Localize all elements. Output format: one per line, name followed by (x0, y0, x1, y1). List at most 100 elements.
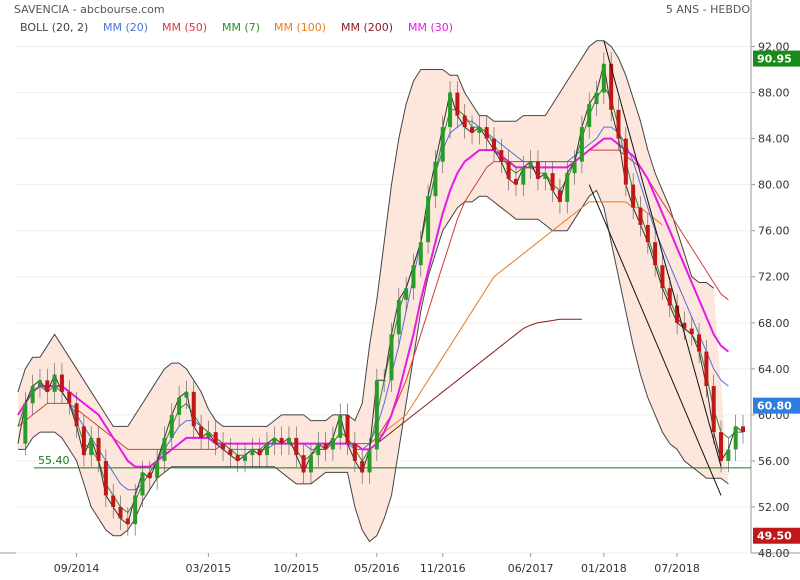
y-axis: 92.0088.0084.0080.0076.0072.0068.0064.00… (751, 41, 790, 560)
candle-body (462, 115, 467, 128)
candle-body (221, 443, 226, 450)
candle-body (140, 472, 145, 496)
y-tick-label: 72.00 (758, 271, 790, 284)
candle-body (528, 161, 533, 168)
candle-body (118, 506, 123, 519)
candle-body (103, 460, 108, 496)
x-tick-label: 01/2018 (581, 562, 627, 575)
candle-body (382, 380, 387, 382)
candle-body (272, 437, 277, 444)
x-tick-label: 03/2015 (186, 562, 232, 575)
candle-body (330, 437, 335, 450)
candle-body (45, 380, 50, 392)
candle-body (125, 518, 130, 525)
candle-body (653, 242, 658, 266)
candle-body (579, 127, 584, 162)
candle-body (660, 265, 665, 289)
x-tick-label: 06/2017 (508, 562, 554, 575)
y-tick-label: 56.00 (758, 455, 790, 468)
candle-body (741, 426, 745, 433)
candle-body (74, 403, 79, 427)
candle-body (367, 449, 372, 473)
candle-body (389, 334, 394, 381)
y-tick-label: 88.00 (758, 87, 790, 100)
candle-body (521, 167, 526, 185)
candle-body (374, 380, 379, 450)
candle-body (286, 437, 291, 444)
y-tick-label: 84.00 (758, 133, 790, 146)
candle-body (506, 161, 511, 179)
candle-body (418, 242, 423, 266)
candle-body (711, 386, 716, 433)
candle-body (59, 374, 64, 392)
candle-body (264, 443, 269, 456)
candle-body (623, 138, 628, 185)
candle-body (601, 63, 606, 93)
candle-body (667, 288, 672, 306)
candle-body (213, 432, 218, 444)
candle-body (638, 207, 643, 225)
candle-body (492, 138, 497, 151)
candle-body (345, 414, 350, 444)
candle-body (250, 449, 255, 456)
candle-body (177, 397, 182, 415)
y-tick-label: 80.00 (758, 179, 790, 192)
x-tick-label: 07/2018 (654, 562, 700, 575)
candle-body (535, 161, 540, 179)
candle-body (433, 161, 438, 197)
candle-body (477, 127, 482, 133)
candle-body (279, 437, 284, 444)
candle-body (67, 391, 72, 404)
y-tick-label: 64.00 (758, 363, 790, 376)
candle-body (645, 224, 650, 243)
candle-body (448, 92, 453, 128)
price-badge-label: 90.95 (757, 53, 792, 66)
candle-body (440, 127, 445, 162)
candle-body (257, 449, 262, 456)
candle-body (396, 299, 401, 335)
candle-body (513, 178, 518, 185)
price-badge-label: 49.50 (757, 530, 792, 543)
y-tick-label: 68.00 (758, 317, 790, 330)
x-tick-label: 05/2016 (354, 562, 400, 575)
candle-body (565, 173, 570, 202)
candle-body (719, 432, 724, 461)
candle-body (572, 161, 577, 174)
candle-body (184, 391, 189, 398)
candle-body (294, 437, 299, 456)
candle-body (352, 443, 357, 461)
candle-body (30, 386, 35, 404)
candle-body (316, 443, 321, 456)
candle-body (81, 426, 86, 456)
candle-body (155, 460, 160, 479)
price-badges: 90.95 60.80 49.50 (753, 50, 800, 544)
candle-body (470, 127, 475, 133)
x-tick-label: 11/2016 (420, 562, 466, 575)
candle-body (587, 104, 592, 128)
candle-body (733, 426, 738, 450)
candle-body (301, 455, 306, 473)
candle-body (96, 437, 101, 461)
y-tick-label: 52.00 (758, 501, 790, 514)
candle-body (133, 495, 138, 525)
x-axis: 09/2014 03/2015 10/2015 05/2016 11/2016 06/20… (54, 553, 700, 575)
x-tick-label: 09/2014 (54, 562, 100, 575)
candle-body (484, 127, 489, 139)
candle-body (323, 443, 328, 450)
candle-body (543, 173, 548, 179)
candle-body (697, 334, 702, 352)
candle-body (631, 184, 636, 208)
candle-body (360, 460, 365, 473)
price-badge-label: 60.80 (757, 400, 792, 413)
candle-body (455, 92, 460, 116)
candle-body (726, 449, 731, 461)
x-tick-label: 10/2015 (273, 562, 319, 575)
candle-body (169, 414, 174, 438)
candle-body (228, 449, 233, 456)
candle-body (23, 403, 28, 444)
price-chart[interactable]: 55.40 92.0088.0084.0080.0076.0072.0068.0… (0, 0, 800, 580)
candle-body (689, 328, 694, 335)
candle-body (191, 391, 196, 427)
y-tick-label: 48.00 (758, 547, 790, 560)
candle-body (308, 455, 313, 473)
